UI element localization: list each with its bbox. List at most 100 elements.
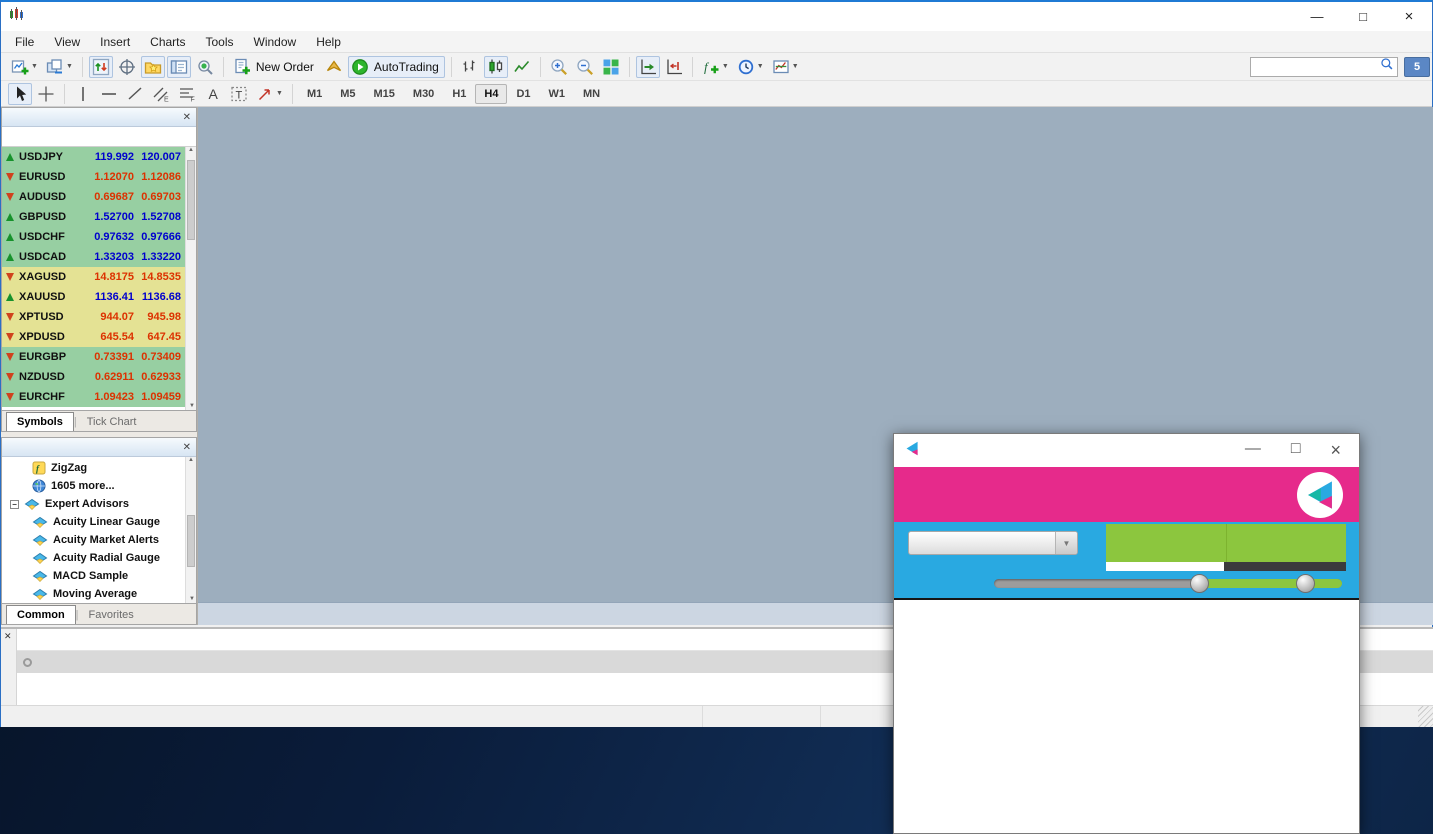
new-order-button[interactable]: New Order [230,56,320,78]
menu-help[interactable]: Help [306,32,351,52]
market-watch-row[interactable]: XAGUSD14.817514.8535 [2,267,196,287]
text-tool[interactable]: A [201,83,225,105]
market-watch-row[interactable]: NZDUSD0.629110.62933 [2,367,196,387]
equidistant-channel-tool[interactable]: E [149,83,173,105]
market-watch-row[interactable]: USDJPY119.992120.007 [2,147,196,167]
periods-button[interactable]: ▼ [734,56,767,78]
market-watch-row[interactable]: EURCHF1.094231.09459 [2,387,196,407]
navigator-item-acuity-market-alerts[interactable]: Acuity Market Alerts [2,531,196,549]
profiles-button[interactable]: ▼ [43,56,76,78]
timeframe-m30[interactable]: M30 [404,84,443,104]
window-close-button[interactable]: × [1386,2,1432,31]
candlestick-chart-button[interactable] [484,56,508,78]
zoom-out-button[interactable] [573,56,597,78]
collapse-icon[interactable]: − [10,500,19,509]
confidence-slider[interactable] [994,574,1342,594]
tile-windows-button[interactable] [599,56,623,78]
navigator-item-acuity-radial-gauge[interactable]: Acuity Radial Gauge [2,549,196,567]
strategy-tester-toggle[interactable] [193,56,217,78]
navigator-item-moving-average[interactable]: Moving Average [2,585,196,603]
tab-daily[interactable] [1106,524,1227,562]
menu-window[interactable]: Window [244,32,307,52]
navigator-item-expert-advisors[interactable]: −Expert Advisors [2,495,196,513]
autotrading-button[interactable]: AutoTrading [348,56,445,78]
market-watch-row[interactable]: XPTUSD944.07945.98 [2,307,196,327]
autoscroll-button[interactable] [636,56,660,78]
trendline-tool[interactable] [123,83,147,105]
notifications-button[interactable]: 5 [1404,57,1430,77]
chart-shift-button[interactable] [662,56,686,78]
acuity-maximize-button[interactable]: □ [1291,440,1301,461]
search-input[interactable] [1251,61,1377,73]
arrows-tool[interactable]: ▼ [253,83,286,105]
market-watch-scrollbar[interactable]: ▲▼ [185,147,196,410]
navigator-scrollbar[interactable]: ▲▼ [185,457,196,603]
slider-handle-high[interactable] [1296,574,1315,593]
expert-advisors-button[interactable] [322,56,346,78]
window-maximize-button[interactable]: □ [1340,2,1386,31]
horizontal-line-tool[interactable] [97,83,121,105]
timeframe-m15[interactable]: M15 [365,84,404,104]
market-watch-row[interactable]: USDCAD1.332031.33220 [2,247,196,267]
navigator-item-macd-sample[interactable]: MACD Sample [2,567,196,585]
timeframe-w1[interactable]: W1 [540,84,575,104]
templates-button[interactable]: ▼ [769,56,802,78]
menu-insert[interactable]: Insert [90,32,140,52]
timeframe-d1[interactable]: D1 [507,84,539,104]
market-watch-row[interactable]: EURGBP0.733910.73409 [2,347,196,367]
fibonacci-tool[interactable]: F [175,83,199,105]
arrow-up-icon [6,253,14,261]
line-chart-button[interactable] [510,56,534,78]
slider-handle-low[interactable] [1190,574,1209,593]
market-watch-row[interactable]: GBPUSD1.527001.52708 [2,207,196,227]
window-minimize-button[interactable]: — [1294,2,1340,31]
data-window-toggle[interactable] [115,56,139,78]
svg-text:A: A [209,86,219,102]
menu-tools[interactable]: Tools [196,32,244,52]
acuity-close-button[interactable]: × [1330,440,1341,461]
tab-favorites[interactable]: Favorites [79,606,144,624]
symbol-cell: EURUSD [2,171,80,183]
status-profile[interactable] [703,706,821,727]
terminal-close-icon[interactable]: ✕ [4,631,12,642]
market-watch-row[interactable]: EURUSD1.120701.12086 [2,167,196,187]
timeframe-m1[interactable]: M1 [298,84,331,104]
bar-chart-button[interactable] [458,56,482,78]
indicators-button[interactable]: f▼ [699,56,732,78]
zoom-in-button[interactable] [547,56,571,78]
slider-fill [1194,579,1342,588]
navigator-item-zigzag[interactable]: fZigZag [2,459,196,477]
terminal-toggle[interactable] [167,56,191,78]
navigator-toggle[interactable] [141,56,165,78]
tab-tick-chart[interactable]: Tick Chart [77,413,147,431]
menu-charts[interactable]: Charts [140,32,195,52]
cursor-tool[interactable] [8,83,32,105]
vertical-line-tool[interactable] [71,83,95,105]
tab-common[interactable]: Common [6,605,76,624]
menu-file[interactable]: File [5,32,44,52]
timeframe-h4[interactable]: H4 [475,84,507,104]
crosshair-tool[interactable] [34,83,58,105]
navigator-close-icon[interactable]: ✕ [183,442,191,453]
navigator-item-acuity-linear-gauge[interactable]: Acuity Linear Gauge [2,513,196,531]
instrument-filter-dropdown[interactable]: ▼ [908,531,1078,555]
menu-view[interactable]: View [44,32,90,52]
timeframe-h1[interactable]: H1 [443,84,475,104]
market-watch-row[interactable]: AUDUSD0.696870.69703 [2,187,196,207]
market-watch-row[interactable]: USDCHF0.976320.97666 [2,227,196,247]
market-watch-row[interactable]: XAUUSD1136.411136.68 [2,287,196,307]
resize-grip[interactable] [1418,706,1433,727]
timeframe-mn[interactable]: MN [574,84,609,104]
text-label-tool[interactable]: T [227,83,251,105]
navigator-item-1605-more[interactable]: 1605 more... [2,477,196,495]
timeframe-m5[interactable]: M5 [331,84,364,104]
search-icon[interactable] [1377,57,1397,76]
acuity-minimize-button[interactable]: — [1245,440,1261,461]
market-watch-toggle[interactable] [89,56,113,78]
market-watch-row[interactable]: XPDUSD645.54647.45 [2,327,196,347]
tab-intraday[interactable] [1227,524,1347,562]
market-watch-close-icon[interactable]: ✕ [183,112,191,123]
acuity-titlebar[interactable]: — □ × [894,434,1359,467]
tab-symbols[interactable]: Symbols [6,412,74,431]
new-chart-button[interactable]: ▼ [8,56,41,78]
